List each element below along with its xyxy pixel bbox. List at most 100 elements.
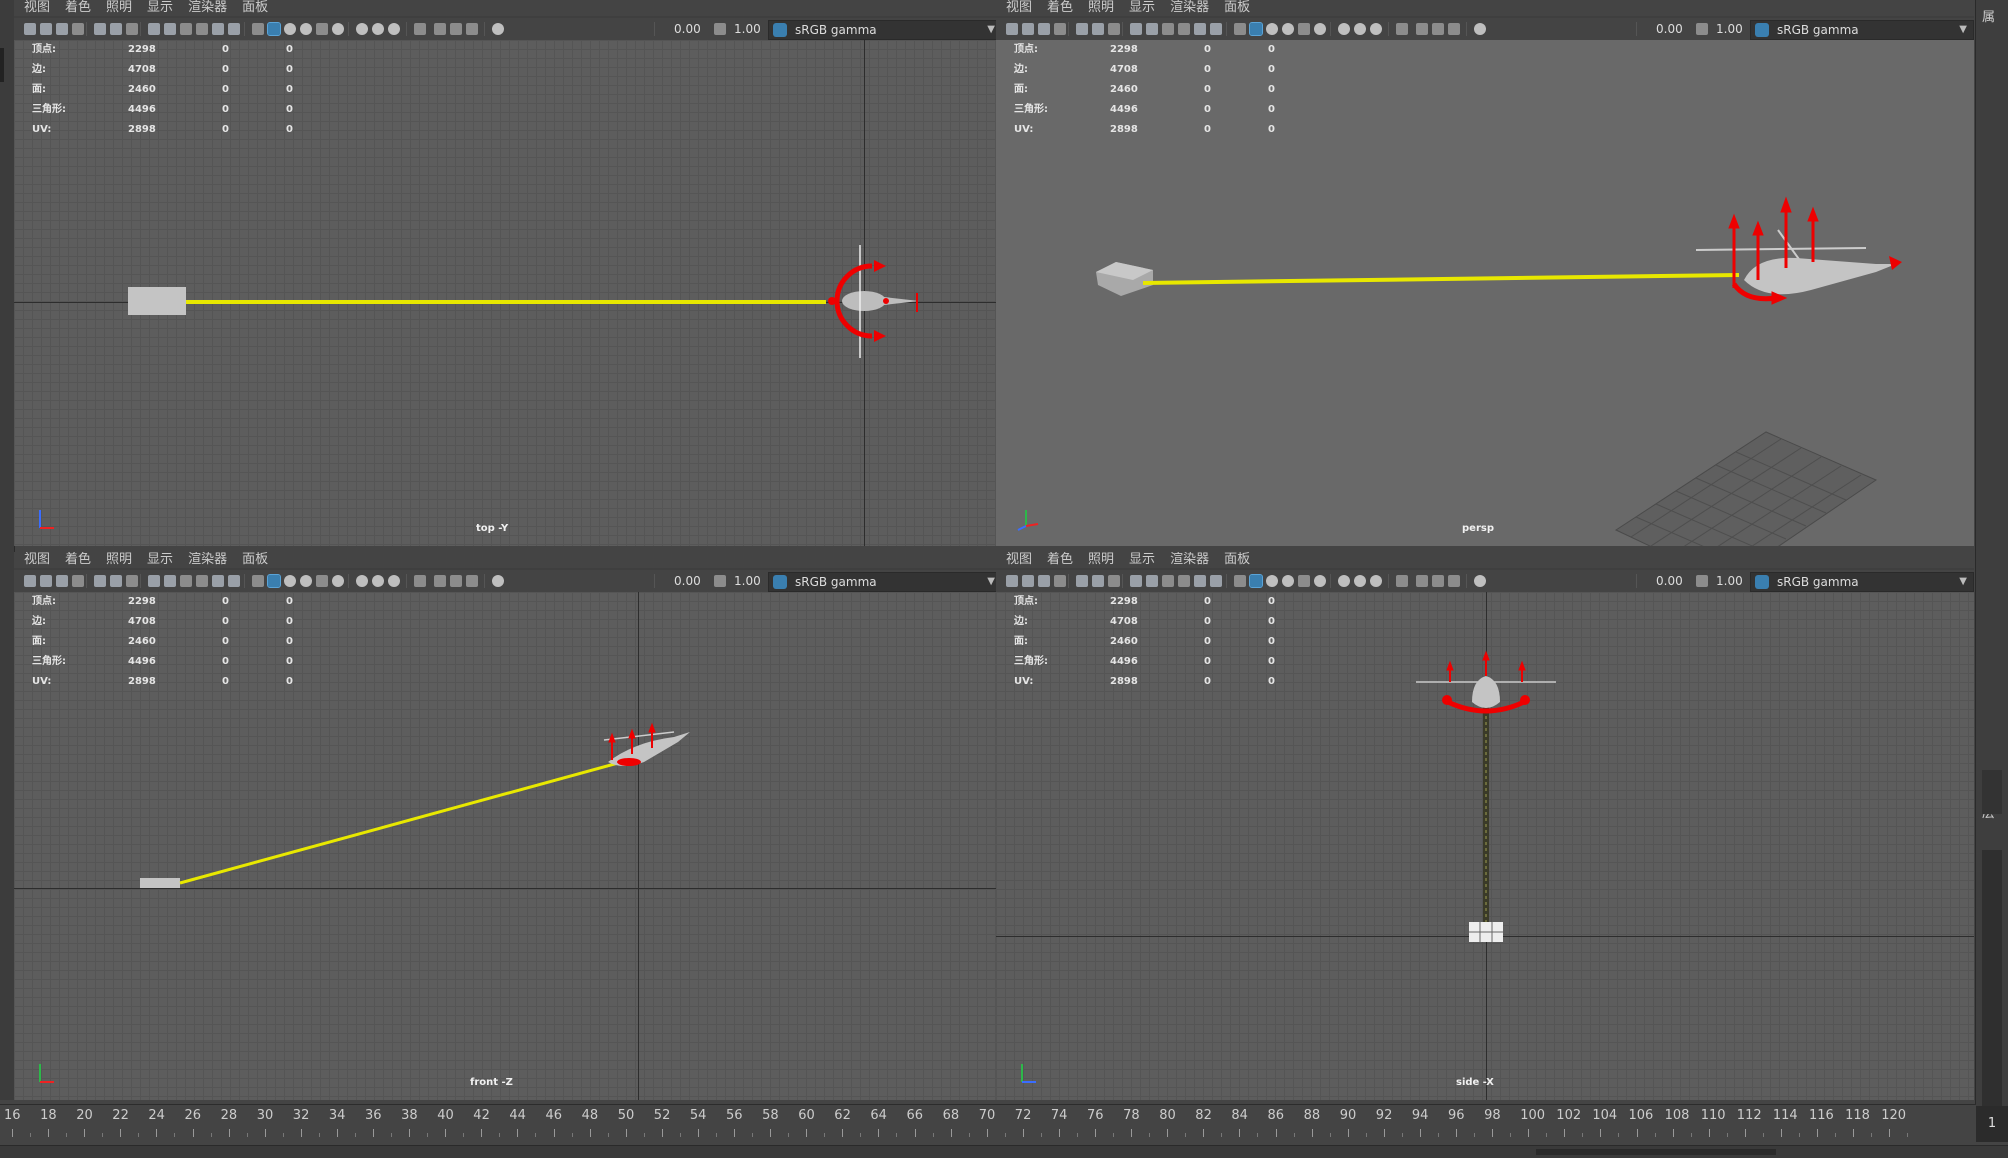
menu-panels[interactable]: 面板 [242,0,268,15]
weight-box[interactable] [128,287,186,315]
view-camera-icon[interactable] [1354,23,1366,35]
viewport-canvas-side[interactable]: 顶点: 2298 0 0 边: 4708 0 0 面: 2460 0 0 三角形: 4496 0 0 U… [996,592,1974,1100]
rope[interactable] [179,761,619,885]
grid-toggle-icon[interactable] [1370,575,1382,587]
gamma-icon[interactable] [1314,23,1326,35]
transform-gizmo-icon[interactable] [1338,23,1350,35]
view-camera-icon[interactable] [1006,575,1018,587]
light-icon[interactable] [1249,22,1263,36]
textured-icon[interactable] [1234,23,1246,35]
view-camera-icon[interactable] [372,23,384,35]
textured-icon[interactable] [1234,575,1246,587]
wireframe-icon[interactable] [1038,23,1050,35]
light-icon[interactable] [1076,575,1088,587]
exposure-icon[interactable] [1298,23,1310,35]
viewport-panel-side[interactable]: 视图 着色 照明 显示 渲染器 面板 0.00 1.00 sRGB gamma ▼ [996,552,1974,1100]
exposure-field[interactable]: 0.00 [1652,572,1687,590]
color-space-select[interactable]: sRGB gamma ▼ [768,572,996,592]
smooth-shade-icon[interactable] [1054,23,1066,35]
view-camera-icon[interactable] [1178,575,1190,587]
isolate-icon[interactable] [1448,23,1460,35]
grid-toggle-icon[interactable] [1194,23,1206,35]
menu-shading[interactable]: 着色 [65,552,91,567]
gamma-field[interactable]: 1.00 [730,572,765,590]
menu-view[interactable]: 视图 [24,0,50,15]
gamma-icon[interactable] [1130,23,1142,35]
menu-view[interactable]: 视图 [1006,552,1032,567]
color-space-icon[interactable] [164,23,176,35]
color-space-select[interactable]: sRGB gamma ▼ [1750,20,1974,40]
view-camera-icon[interactable] [196,575,208,587]
exposure-icon[interactable] [1298,575,1310,587]
exposure-field[interactable]: 0.00 [1652,20,1687,38]
view-camera-icon[interactable] [1006,23,1018,35]
view-camera-icon[interactable] [1178,23,1190,35]
menu-renderer[interactable]: 渲染器 [1170,552,1209,567]
smooth-shade-icon[interactable] [1396,23,1408,35]
exposure-field[interactable]: 0.00 [670,572,705,590]
color-space-icon[interactable] [1696,23,1708,35]
range-slider[interactable] [0,1145,2008,1158]
grid-toggle-icon[interactable] [40,575,52,587]
wireframe-icon[interactable] [1210,23,1222,35]
helicopter-side[interactable] [1416,676,1556,714]
light-icon[interactable] [1249,574,1263,588]
isolate-icon[interactable] [466,23,478,35]
view-camera-icon[interactable] [24,23,36,35]
menu-shading[interactable]: 着色 [65,0,91,15]
exposure-icon[interactable] [316,575,328,587]
helicopter-persp[interactable] [1695,229,1902,295]
menu-panels[interactable]: 面板 [242,552,268,567]
isolate-icon[interactable] [1448,575,1460,587]
light-icon[interactable] [267,22,281,36]
textured-icon[interactable] [434,575,446,587]
xray-icon[interactable] [1282,575,1294,587]
color-space-icon[interactable] [1696,575,1708,587]
transform-gizmo-icon[interactable] [1338,575,1350,587]
weight-box[interactable] [1096,262,1153,296]
helicopter-front[interactable] [603,731,690,766]
weight-box[interactable] [140,878,180,888]
grid-toggle-icon[interactable] [1194,575,1206,587]
exposure-icon[interactable] [492,575,504,587]
gamma-icon[interactable] [1130,575,1142,587]
wireframe-icon[interactable] [1038,575,1050,587]
isolate-icon[interactable] [284,575,296,587]
exposure-icon[interactable] [316,23,328,35]
view-camera-icon[interactable] [1354,575,1366,587]
viewport-canvas-top[interactable]: 顶点: 2298 0 0 边: 4708 0 0 面: 2460 0 0 三角形: 4496 0 0 U… [14,40,996,546]
gamma-field[interactable]: 1.00 [1712,572,1747,590]
current-frame-field[interactable]: 1 [1976,1106,2008,1142]
menu-panels[interactable]: 面板 [1224,552,1250,567]
xray-icon[interactable] [1108,23,1120,35]
wireframe-icon[interactable] [56,575,68,587]
light-icon[interactable] [450,575,462,587]
menu-show[interactable]: 显示 [147,552,173,567]
color-space-icon[interactable] [714,23,726,35]
menu-renderer[interactable]: 渲染器 [188,552,227,567]
grid-toggle-icon[interactable] [40,23,52,35]
smooth-shade-icon[interactable] [72,23,84,35]
isolate-icon[interactable] [110,23,122,35]
smooth-shade-icon[interactable] [414,575,426,587]
wireframe-icon[interactable] [228,23,240,35]
helicopter-top[interactable] [842,291,919,312]
isolate-icon[interactable] [110,575,122,587]
grid-toggle-icon[interactable] [212,575,224,587]
color-space-select[interactable]: sRGB gamma ▼ [768,20,996,40]
exposure-icon[interactable] [1474,575,1486,587]
viewport-panel-front[interactable]: 视图 着色 照明 显示 渲染器 面板 0.00 1.00 sRGB gamma ▼ 顶点: 2… [14,552,996,1100]
menu-view[interactable]: 视图 [24,552,50,567]
grid-toggle-icon[interactable] [1022,575,1034,587]
transform-gizmo-icon[interactable] [356,23,368,35]
textured-icon[interactable] [1416,575,1428,587]
xray-icon[interactable] [300,23,312,35]
grid-toggle-icon[interactable] [212,23,224,35]
view-camera-icon[interactable] [24,575,36,587]
exposure-field[interactable]: 0.00 [670,20,705,38]
color-space-select[interactable]: sRGB gamma ▼ [1750,572,1974,592]
menu-lighting[interactable]: 照明 [1088,552,1114,567]
transform-gizmo-icon[interactable] [180,23,192,35]
gamma-icon[interactable] [148,575,160,587]
exposure-icon[interactable] [1474,23,1486,35]
